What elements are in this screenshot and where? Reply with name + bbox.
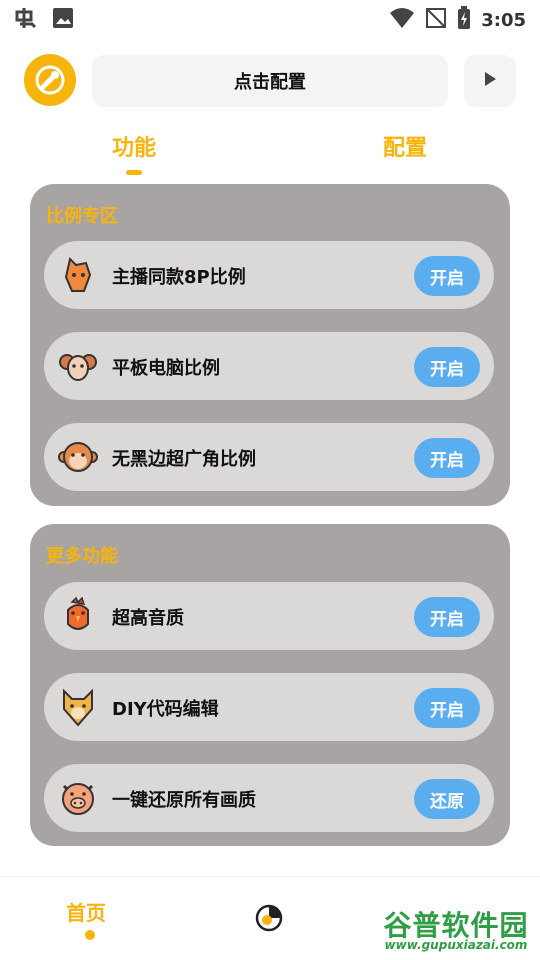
tab-bar: 功能 配置 — [0, 130, 540, 180]
nav-home[interactable]: 首页 — [66, 897, 106, 926]
enable-button[interactable]: 开启 — [414, 347, 480, 387]
enable-button[interactable]: 开启 — [414, 256, 480, 296]
section-more-functions: 更多功能 超高音质 开启 DIY代码编辑 开启 一键还原所有画质 还原 — [30, 524, 510, 846]
image-icon — [52, 7, 74, 33]
status-bar: 3:05 — [0, 0, 540, 36]
restore-button[interactable]: 还原 — [414, 779, 480, 819]
tab-active-indicator — [126, 170, 142, 175]
watermark: 谷普软件园 www.gupuxiazai.com — [376, 904, 536, 956]
pie-chart-icon[interactable] — [254, 903, 284, 937]
monkey-icon — [58, 437, 98, 477]
enable-button[interactable]: 开启 — [414, 688, 480, 728]
ram-icon — [58, 346, 98, 386]
rooster-icon — [58, 596, 98, 636]
no-signal-icon — [425, 7, 447, 33]
horse-icon — [58, 255, 98, 295]
list-item: 平板电脑比例 开启 — [44, 332, 494, 400]
play-button[interactable] — [464, 55, 516, 107]
item-label: 一键还原所有画质 — [112, 790, 256, 811]
tab-functions[interactable]: 功能 — [112, 130, 156, 162]
enable-button[interactable]: 开启 — [414, 597, 480, 637]
dog-icon — [58, 687, 98, 727]
wifi-icon — [389, 7, 415, 33]
item-label: 无黑边超广角比例 — [112, 449, 256, 470]
list-item: 一键还原所有画质 还原 — [44, 764, 494, 832]
list-item: 主播同款8P比例 开启 — [44, 241, 494, 309]
app-notification-icon — [14, 6, 40, 34]
battery-charging-icon — [457, 6, 471, 34]
watermark-url: www.gupuxiazai.com — [384, 938, 528, 952]
enable-button[interactable]: 开启 — [414, 438, 480, 478]
tab-config[interactable]: 配置 — [383, 130, 427, 162]
list-item: 无黑边超广角比例 开启 — [44, 423, 494, 491]
item-label: DIY代码编辑 — [112, 699, 219, 720]
section-title: 比例专区 — [46, 206, 118, 227]
nav-active-dot — [85, 930, 95, 940]
list-item: DIY代码编辑 开启 — [44, 673, 494, 741]
play-icon — [481, 70, 499, 92]
item-label: 主播同款8P比例 — [112, 267, 246, 288]
status-time: 3:05 — [481, 9, 526, 31]
config-button[interactable]: 点击配置 — [92, 55, 448, 107]
section-title: 更多功能 — [46, 546, 118, 567]
list-item: 超高音质 开启 — [44, 582, 494, 650]
wrench-settings-icon[interactable] — [24, 54, 76, 106]
pig-icon — [58, 778, 98, 818]
item-label: 平板电脑比例 — [112, 358, 220, 379]
top-bar: 点击配置 — [0, 52, 540, 112]
item-label: 超高音质 — [112, 608, 184, 629]
section-ratio: 比例专区 主播同款8P比例 开启 平板电脑比例 开启 无黑边超广角比例 开启 — [30, 184, 510, 506]
